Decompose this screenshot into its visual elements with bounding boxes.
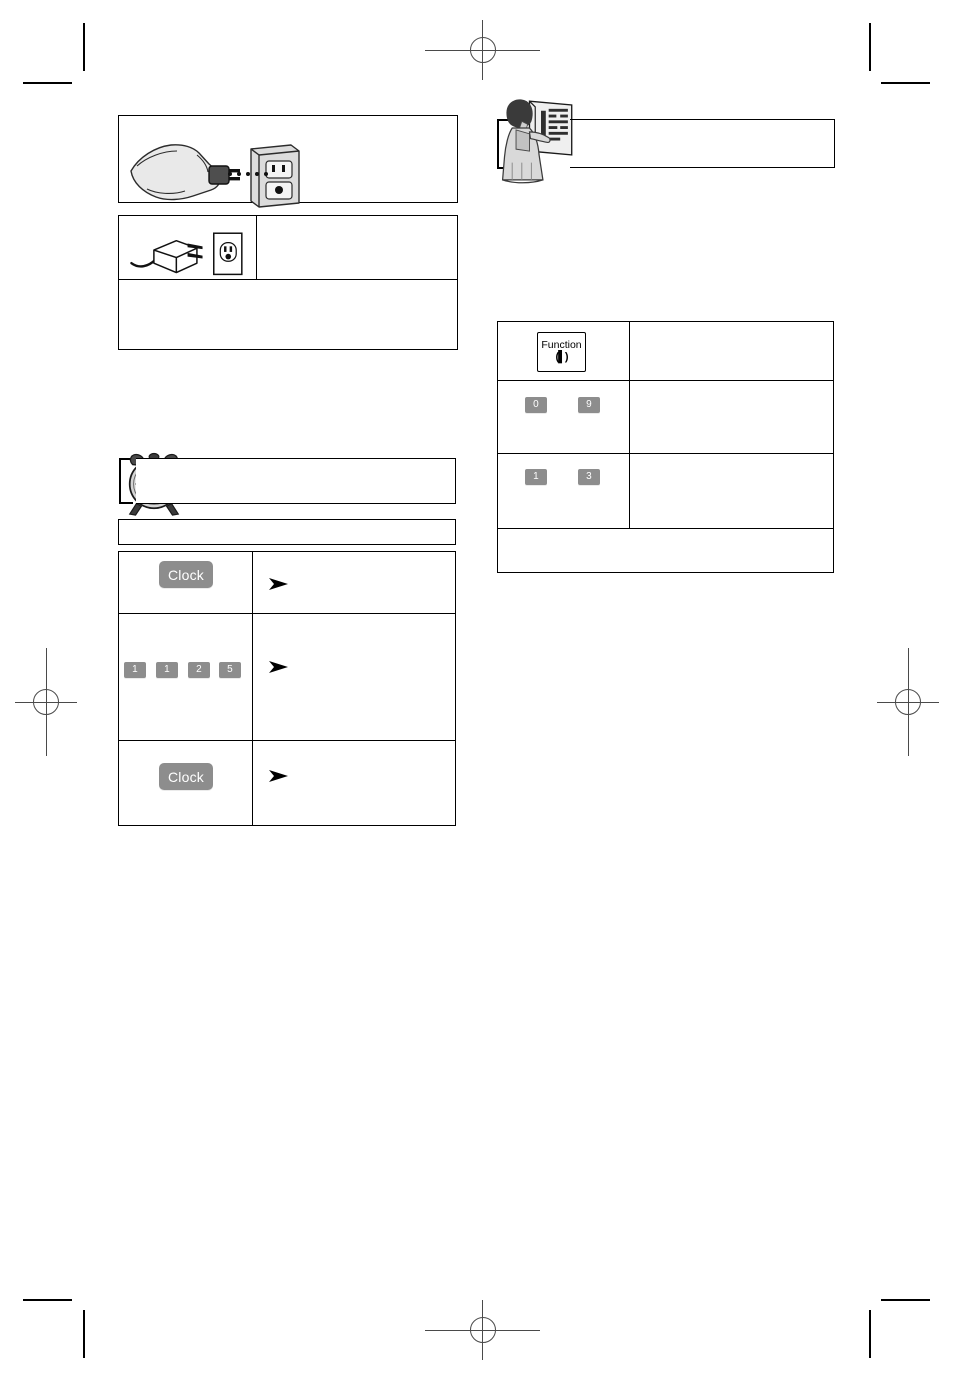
crop-mark-top-left-horizontal xyxy=(23,82,72,84)
step-arrow-3 xyxy=(269,770,288,782)
number-key-step-2-a[interactable]: 1 xyxy=(124,662,146,678)
crop-mark-top-right-horizontal xyxy=(881,82,930,84)
step-arrow-1 xyxy=(269,578,288,590)
function-note-bottom-rule xyxy=(570,167,835,169)
function-note-right-rule xyxy=(833,119,835,168)
number-key-step-2-c[interactable]: 2 xyxy=(188,662,210,678)
clock-step-table-row-divider-1 xyxy=(118,613,456,615)
crop-mark-bottom-left-vertical xyxy=(83,1310,85,1358)
number-key-range-high-a[interactable]: 9 xyxy=(578,397,600,413)
motion-dots xyxy=(228,172,268,176)
clock-button-step-1[interactable]: Clock xyxy=(159,561,214,588)
woman-reading-chart-illustration xyxy=(501,99,573,184)
number-key-range-low-a[interactable]: 0 xyxy=(525,397,547,413)
function-table-row-divider-1 xyxy=(497,380,834,382)
outlet-table-column-divider xyxy=(256,215,258,279)
function-button-label: Function xyxy=(541,339,582,352)
registration-target-bottom xyxy=(425,1300,540,1360)
function-note-top-rule xyxy=(570,119,835,121)
clock-step-table-row-divider-2 xyxy=(118,740,456,742)
clock-heading-rule xyxy=(136,458,456,504)
clock-button-step-3[interactable]: Clock xyxy=(159,763,214,790)
step-arrow-2 xyxy=(269,661,288,673)
number-key-step-2-d[interactable]: 5 xyxy=(219,662,241,678)
hand-inserting-plug-illustration xyxy=(130,144,300,208)
function-button-glyph: (▌) xyxy=(555,351,568,364)
crop-mark-bottom-left-horizontal xyxy=(23,1299,72,1301)
manual-page: Clock 1 1 2 5 Clock Function (▌) 0 9 1 3 xyxy=(0,0,954,1383)
number-key-range-low-b[interactable]: 1 xyxy=(525,469,547,485)
registration-target-right xyxy=(877,648,939,756)
crop-mark-bottom-right-vertical xyxy=(869,1310,871,1358)
function-button[interactable]: Function (▌) xyxy=(537,332,586,372)
function-table-column-divider xyxy=(629,321,631,528)
clock-step-table-column-divider xyxy=(252,551,254,826)
plug-and-outlet-illustration xyxy=(130,232,243,276)
function-table-row-divider-2 xyxy=(497,453,834,455)
registration-target-top xyxy=(425,20,540,80)
number-key-step-2-b[interactable]: 1 xyxy=(156,662,178,678)
registration-target-left xyxy=(15,648,77,756)
function-table-row-divider-3 xyxy=(497,528,834,530)
crop-mark-top-right-vertical xyxy=(869,23,871,71)
clock-heading-rule-right xyxy=(454,458,456,504)
clock-subheading-bar xyxy=(118,519,456,545)
number-key-range-high-b[interactable]: 3 xyxy=(578,469,600,485)
crop-mark-bottom-right-horizontal xyxy=(881,1299,930,1301)
crop-mark-top-left-vertical xyxy=(83,23,85,71)
